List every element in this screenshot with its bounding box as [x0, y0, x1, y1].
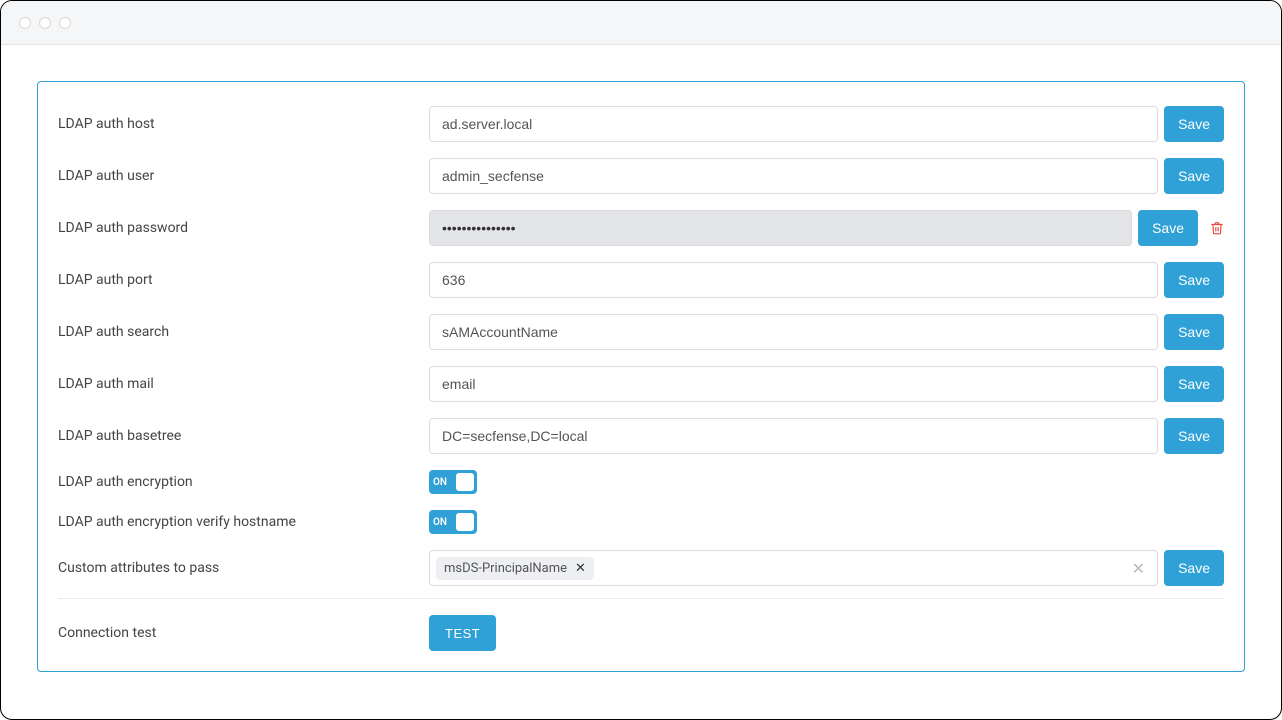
tag-attr: msDS-PrincipalName ✕	[436, 557, 594, 580]
section-divider	[58, 598, 1224, 599]
input-password[interactable]	[429, 210, 1132, 246]
input-basetree[interactable]	[429, 418, 1158, 454]
input-search[interactable]	[429, 314, 1158, 350]
label-user: LDAP auth user	[58, 168, 429, 184]
tag-text: msDS-PrincipalName	[444, 561, 567, 576]
label-mail: LDAP auth mail	[58, 376, 429, 392]
ldap-settings-panel: LDAP auth host Save LDAP auth user Save …	[37, 81, 1245, 672]
row-search: LDAP auth search Save	[58, 314, 1224, 350]
save-basetree-button[interactable]: Save	[1164, 418, 1224, 454]
save-custom-attrs-button[interactable]: Save	[1164, 550, 1224, 586]
row-mail: LDAP auth mail Save	[58, 366, 1224, 402]
toggle-verify-hostname[interactable]: ON	[429, 510, 477, 534]
row-port: LDAP auth port Save	[58, 262, 1224, 298]
label-basetree: LDAP auth basetree	[58, 428, 429, 444]
content-area: LDAP auth host Save LDAP auth user Save …	[1, 45, 1281, 696]
toggle-knob	[456, 473, 474, 491]
save-search-button[interactable]: Save	[1164, 314, 1224, 350]
label-verify-hostname: LDAP auth encryption verify hostname	[58, 514, 429, 530]
save-port-button[interactable]: Save	[1164, 262, 1224, 298]
row-basetree: LDAP auth basetree Save	[58, 418, 1224, 454]
save-user-button[interactable]: Save	[1164, 158, 1224, 194]
input-user[interactable]	[429, 158, 1158, 194]
label-custom-attrs: Custom attributes to pass	[58, 560, 429, 576]
row-custom-attrs: Custom attributes to pass msDS-Principal…	[58, 550, 1224, 586]
row-user: LDAP auth user Save	[58, 158, 1224, 194]
input-host[interactable]	[429, 106, 1158, 142]
app-window: LDAP auth host Save LDAP auth user Save …	[0, 0, 1282, 720]
toggle-knob	[456, 513, 474, 531]
input-custom-attrs[interactable]: msDS-PrincipalName ✕ ✕	[429, 550, 1158, 586]
save-mail-button[interactable]: Save	[1164, 366, 1224, 402]
label-password: LDAP auth password	[58, 220, 429, 236]
row-connection-test: Connection test TEST	[58, 615, 1224, 651]
window-zoom-dot[interactable]	[59, 17, 71, 29]
window-titlebar	[1, 1, 1281, 45]
window-close-dot[interactable]	[19, 17, 31, 29]
window-minimize-dot[interactable]	[39, 17, 51, 29]
row-verify-hostname: LDAP auth encryption verify hostname ON	[58, 510, 1224, 534]
clear-tags-icon[interactable]: ✕	[1128, 559, 1149, 578]
label-port: LDAP auth port	[58, 272, 429, 288]
toggle-on-label: ON	[433, 477, 447, 488]
toggle-encryption[interactable]: ON	[429, 470, 477, 494]
test-button[interactable]: TEST	[429, 615, 496, 651]
toggle-on-label: ON	[433, 517, 447, 528]
input-port[interactable]	[429, 262, 1158, 298]
input-mail[interactable]	[429, 366, 1158, 402]
label-encryption: LDAP auth encryption	[58, 474, 429, 490]
save-host-button[interactable]: Save	[1164, 106, 1224, 142]
row-password: LDAP auth password Save	[58, 210, 1224, 246]
label-connection-test: Connection test	[58, 625, 429, 641]
save-password-button[interactable]: Save	[1138, 210, 1198, 246]
tag-remove-icon[interactable]: ✕	[575, 561, 586, 576]
trash-icon[interactable]	[1210, 220, 1224, 236]
label-host: LDAP auth host	[58, 116, 429, 132]
label-search: LDAP auth search	[58, 324, 429, 340]
row-host: LDAP auth host Save	[58, 106, 1224, 142]
row-encryption: LDAP auth encryption ON	[58, 470, 1224, 494]
